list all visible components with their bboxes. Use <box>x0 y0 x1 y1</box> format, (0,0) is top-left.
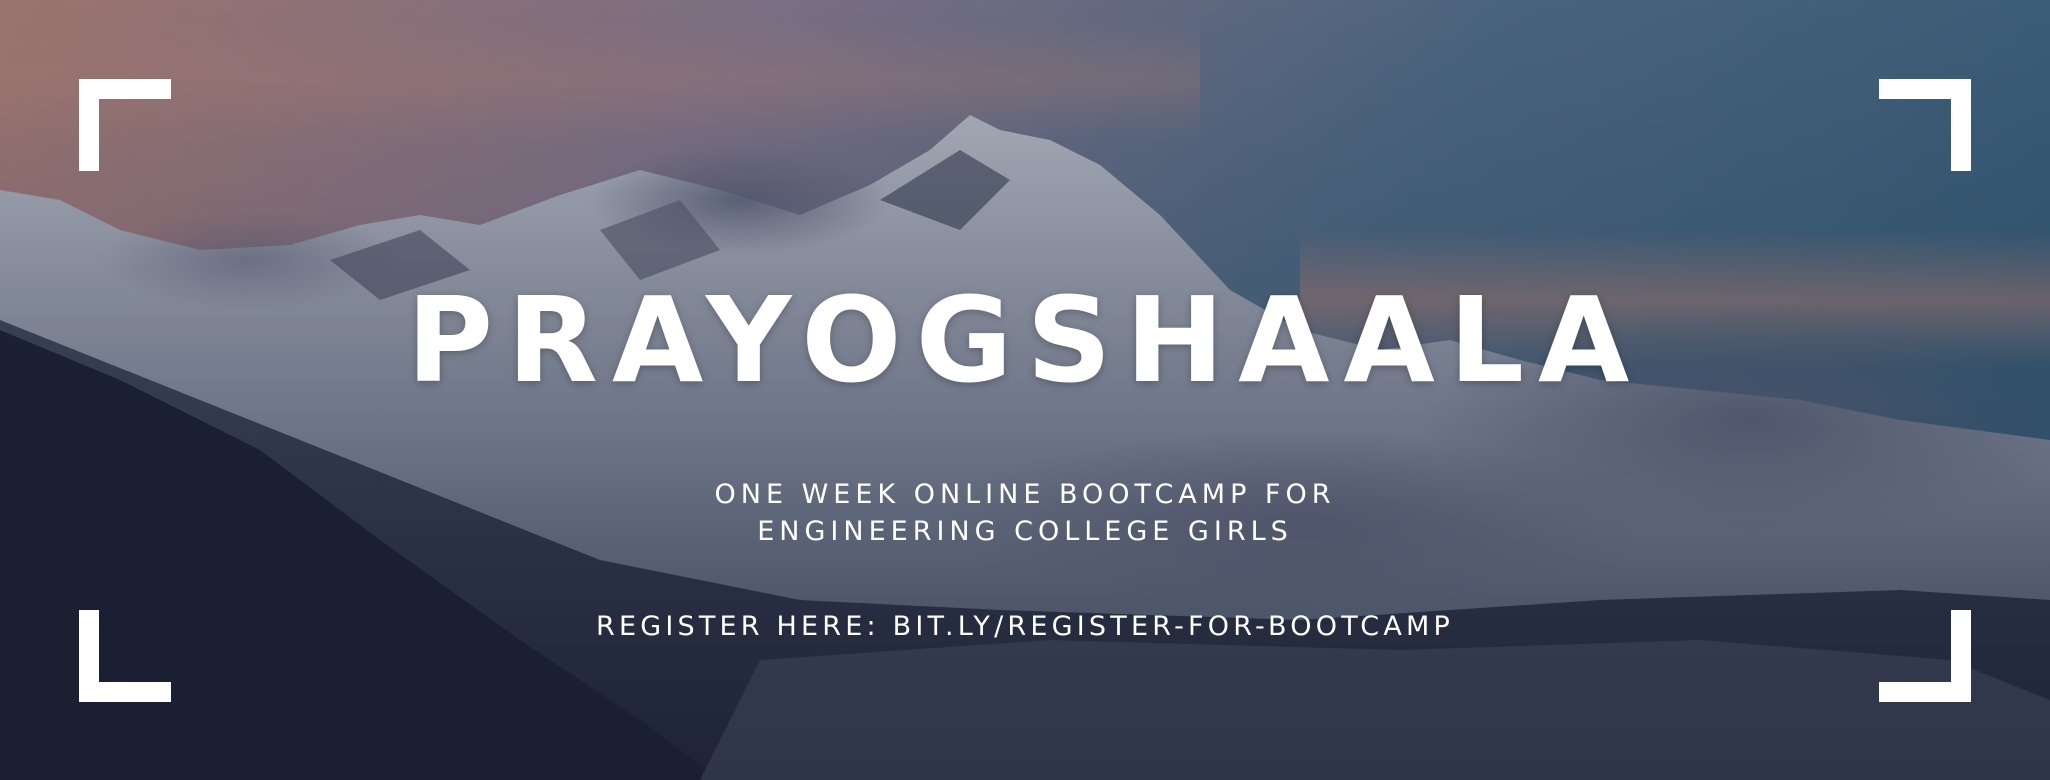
corner-bracket-top-right-icon <box>1879 79 1971 171</box>
banner-subtitle-line-1: ONE WEEK ONLINE BOOTCAMP FOR <box>714 479 1336 510</box>
corner-bracket-top-left-icon <box>79 79 171 171</box>
banner-title: PRAYOGSHAALA <box>406 271 1644 409</box>
banner-subtitle-line-2: ENGINEERING COLLEGE GIRLS <box>757 516 1293 547</box>
register-link-text: REGISTER HERE: BIT.LY/REGISTER-FOR-BOOTC… <box>596 611 1454 642</box>
bootcamp-banner: PRAYOGSHAALA ONE WEEK ONLINE BOOTCAMP FO… <box>0 0 2050 780</box>
